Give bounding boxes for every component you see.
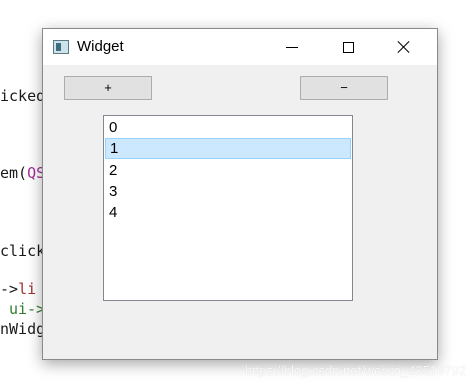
list-item[interactable]: 0 <box>105 117 351 138</box>
minimize-button[interactable] <box>269 29 315 65</box>
code-fragment: ->li <box>0 280 37 298</box>
window-title: Widget <box>77 38 124 55</box>
maximize-icon <box>342 41 354 53</box>
item-list[interactable]: 0 1 2 3 4 <box>103 115 353 301</box>
app-window-icon <box>53 40 69 54</box>
close-button[interactable] <box>381 29 427 65</box>
list-item[interactable]: 4 <box>105 202 351 223</box>
close-icon <box>397 40 411 54</box>
code-fragment: em(QS <box>0 164 46 182</box>
add-item-button[interactable]: + <box>64 76 152 100</box>
list-item[interactable]: 2 <box>105 160 351 181</box>
code-fragment: icked <box>0 87 46 105</box>
title-bar[interactable]: Widget <box>43 29 437 65</box>
code-fragment: ui-> <box>9 300 46 318</box>
maximize-button[interactable] <box>325 29 371 65</box>
code-fragment: nWidg <box>0 320 46 338</box>
list-item[interactable]: 3 <box>105 181 351 202</box>
list-item-selected[interactable]: 1 <box>105 138 351 159</box>
watermark: https://blog.csdn.net/weixin_43519792 <box>244 363 466 378</box>
code-fragment: click <box>0 242 46 260</box>
remove-item-button[interactable]: − <box>300 76 388 100</box>
widget-window: Widget + − 0 1 2 3 4 <box>42 28 438 360</box>
minimize-icon <box>286 46 298 48</box>
